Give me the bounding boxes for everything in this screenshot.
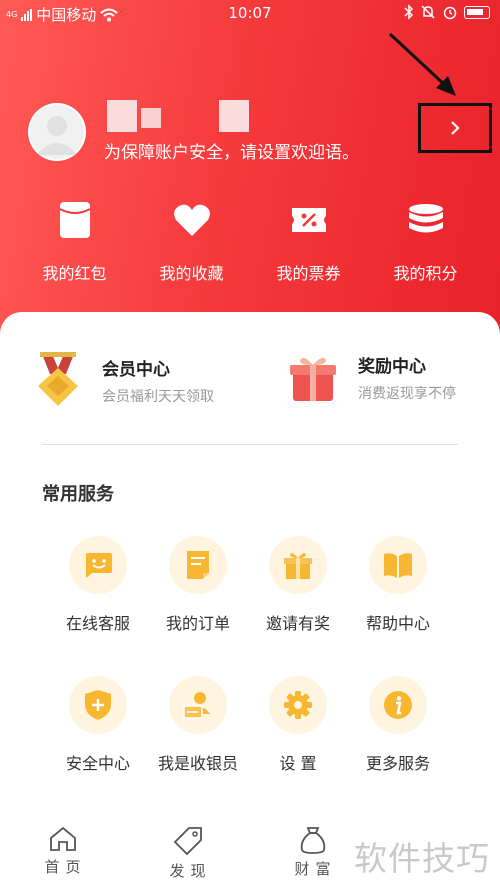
username-redacted <box>107 100 249 132</box>
book-icon <box>369 536 427 594</box>
status-bar: 4G 中国移动 10:07 <box>0 0 500 28</box>
reward-center-subtitle: 消费返现享不停 <box>358 386 456 402</box>
services-row: 安全中心 我是收银员 设 置 更多服务 <box>48 676 464 774</box>
bluetooth-icon <box>404 4 414 20</box>
service-my-orders[interactable]: 我的订单 <box>148 536 248 634</box>
mute-bell-icon <box>421 5 435 19</box>
service-label: 我的订单 <box>165 614 230 633</box>
gear-icon <box>269 676 327 734</box>
shield-plus-icon <box>69 676 127 734</box>
service-label: 安全中心 <box>65 754 130 773</box>
welcome-prompt[interactable]: 为保障账户安全，请设置欢迎语。 <box>104 138 359 163</box>
service-label: 在线客服 <box>65 614 130 633</box>
services-row: 在线客服 我的订单 邀请有奖 帮助中心 <box>48 536 464 634</box>
nav-home[interactable]: 首页 <box>0 820 125 889</box>
battery-icon <box>464 5 490 19</box>
chat-smile-icon <box>69 536 127 594</box>
member-center-subtitle: 会员福利天天领取 <box>102 388 214 405</box>
tag-icon <box>173 827 202 856</box>
quick-item-coupons[interactable]: 我的票券 <box>250 200 367 284</box>
annotation-arrow-icon <box>388 32 456 96</box>
heart-icon <box>172 200 212 240</box>
chevron-right-icon <box>451 121 460 135</box>
nav-discover[interactable]: 发现 <box>125 820 250 889</box>
avatar[interactable] <box>28 103 86 161</box>
service-invite-rewards[interactable]: 邀请有奖 <box>248 536 348 634</box>
nav-label: 财富 <box>294 860 337 878</box>
quick-actions: 我的红包 我的收藏 我的票券 我的积分 <box>0 200 500 284</box>
service-online-support[interactable]: 在线客服 <box>48 536 148 634</box>
coupon-icon <box>289 200 329 240</box>
member-center[interactable]: 会员中心 会员福利天天领取 <box>34 352 214 408</box>
service-cashier[interactable]: 我是收银员 <box>148 676 248 774</box>
member-center-title: 会员中心 <box>102 359 170 380</box>
quick-label: 我的收藏 <box>159 264 224 283</box>
service-help-center[interactable]: 帮助中心 <box>348 536 448 634</box>
service-security-center[interactable]: 安全中心 <box>48 676 148 774</box>
redacted-block <box>107 100 137 132</box>
services-grid: 在线客服 我的订单 邀请有奖 帮助中心 安全中心 我是收银员 设 置 更多服务 <box>48 536 464 774</box>
quick-item-points[interactable]: 我的积分 <box>367 200 484 284</box>
profile-settings-button[interactable] <box>418 103 492 153</box>
redacted-block <box>141 108 161 128</box>
reward-center-title: 奖励中心 <box>358 357 426 377</box>
watermark: 软件技巧 <box>354 839 490 878</box>
service-label: 帮助中心 <box>365 614 430 633</box>
nav-label: 发现 <box>169 862 212 880</box>
gift-box-icon <box>290 357 336 401</box>
service-label: 我是收银员 <box>157 754 238 773</box>
alarm-icon <box>443 6 457 20</box>
main-card: 会员中心 会员福利天天领取 奖励中心 消费返现享不停 常用服务 在线客服 我的订… <box>0 312 500 889</box>
status-right <box>404 4 490 20</box>
divider <box>42 444 458 445</box>
quick-label: 我的红包 <box>42 264 107 283</box>
service-label: 邀请有奖 <box>265 614 330 633</box>
service-settings[interactable]: 设 置 <box>248 676 348 774</box>
redacted-block <box>219 100 249 132</box>
quick-item-red-packet[interactable]: 我的红包 <box>16 200 133 284</box>
money-bag-icon <box>300 827 325 854</box>
quick-label: 我的票券 <box>276 264 341 283</box>
cashier-icon <box>169 676 227 734</box>
gift-icon <box>269 536 327 594</box>
reward-center[interactable]: 奖励中心 消费返现享不停 <box>290 352 456 403</box>
nav-label: 首页 <box>44 858 87 876</box>
quick-label: 我的积分 <box>393 264 458 283</box>
info-icon <box>369 676 427 734</box>
service-label: 更多服务 <box>365 754 430 773</box>
services-section-title: 常用服务 <box>42 484 114 505</box>
red-packet-icon <box>55 200 95 240</box>
default-avatar-icon <box>30 105 84 159</box>
service-label: 设 置 <box>279 754 317 773</box>
points-coins-icon <box>406 200 446 240</box>
service-more[interactable]: 更多服务 <box>348 676 448 774</box>
quick-item-favorites[interactable]: 我的收藏 <box>133 200 250 284</box>
medal-icon <box>38 352 78 406</box>
order-document-icon <box>169 536 227 594</box>
home-icon <box>49 826 76 851</box>
